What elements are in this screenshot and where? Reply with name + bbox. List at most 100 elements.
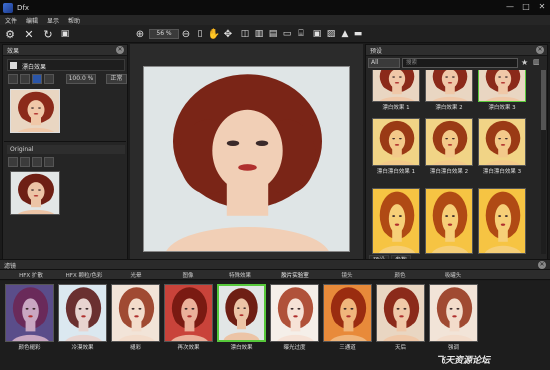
category-tab[interactable]: HFX 颗粒/色彩 xyxy=(58,271,110,279)
filter-thumb-label: 再次效果 xyxy=(177,345,200,351)
cancel-x-icon[interactable]: ✕ xyxy=(22,27,36,41)
preset-scrollbar[interactable] xyxy=(541,70,546,254)
portrait-lips xyxy=(447,81,453,84)
minimize-button[interactable]: — xyxy=(502,0,518,12)
preset-item-selected[interactable] xyxy=(478,70,526,102)
effect-enable-checkbox[interactable] xyxy=(10,62,17,69)
category-tab[interactable]: HFX 扩散 xyxy=(6,271,56,279)
zoom-out-icon[interactable]: ⊖ xyxy=(179,27,193,41)
filter-thumb[interactable] xyxy=(58,284,107,342)
filter-thumb[interactable] xyxy=(429,284,478,342)
frame-icon[interactable]: ▣ xyxy=(310,27,324,41)
filter-thumb-label: 三通道 xyxy=(339,345,356,351)
original-brush-icon[interactable] xyxy=(32,157,42,167)
hand-icon[interactable]: ✋ xyxy=(207,27,221,41)
category-tab[interactable]: 吸罐头 xyxy=(428,271,478,279)
original-layer-icon[interactable] xyxy=(8,157,18,167)
original-mask-icon[interactable] xyxy=(20,157,30,167)
opacity-field[interactable]: 100.0 % xyxy=(66,74,96,84)
category-tab[interactable]: 颜色 xyxy=(375,271,425,279)
single-view-icon[interactable]: ▭ xyxy=(280,27,294,41)
filter-thumb[interactable] xyxy=(111,284,160,342)
preset-item[interactable] xyxy=(478,118,526,166)
portrait-lips xyxy=(394,81,400,84)
category-tab[interactable]: 镜头 xyxy=(322,271,372,279)
brush-icon[interactable] xyxy=(32,74,42,84)
menu-help[interactable]: 帮助 xyxy=(68,16,80,25)
preset-item[interactable] xyxy=(372,118,420,166)
presets-panel-close-icon[interactable]: ✕ xyxy=(536,46,544,54)
portrait-lips xyxy=(28,315,33,318)
menu-edit[interactable]: 编辑 xyxy=(26,16,38,25)
toolbar: ⚙ ✕ ↻ ▣ ⊕ 56 % ⊖ ▯ ✋ ✥ ◫ ▥ ▤ ▭ ⌸ ▣ ▨ ▲ ▬ xyxy=(0,25,550,43)
camera-icon[interactable]: ⌸ xyxy=(294,27,308,41)
preset-item[interactable] xyxy=(372,188,420,254)
image-icon[interactable]: ▨ xyxy=(324,27,338,41)
filter-thumb[interactable] xyxy=(323,284,372,342)
preset-item[interactable] xyxy=(425,188,473,254)
category-tab-active[interactable]: 胶片实验室 xyxy=(269,271,321,279)
portrait-lips xyxy=(33,112,39,115)
filter-thumb[interactable] xyxy=(376,284,425,342)
effect-thumbnail[interactable] xyxy=(10,89,60,133)
portrait-face xyxy=(287,298,304,324)
portrait-eye xyxy=(38,107,41,109)
canvas-area[interactable] xyxy=(130,44,363,269)
zoom-in-icon[interactable]: ⊕ xyxy=(133,27,147,41)
refresh-icon[interactable]: ↻ xyxy=(41,27,55,41)
portrait-eye xyxy=(398,137,402,140)
portrait-eye xyxy=(504,76,508,78)
portrait-lips xyxy=(394,223,400,226)
filter-thumb-label: 褪彩 xyxy=(129,345,141,351)
category-tab[interactable]: 图像 xyxy=(163,271,213,279)
preset-item[interactable] xyxy=(478,188,526,254)
histogram-icon[interactable]: ▲ xyxy=(338,27,352,41)
filter-thumb-label: 冷漠效果 xyxy=(71,345,94,351)
effects-panel-close-icon[interactable]: ✕ xyxy=(116,46,124,54)
mask-icon[interactable] xyxy=(20,74,30,84)
portrait-eye xyxy=(138,307,142,310)
close-button[interactable]: ✕ xyxy=(534,0,550,12)
fit-icon[interactable]: ▯ xyxy=(193,27,207,41)
blend-mode-select[interactable]: 正常 xyxy=(106,74,127,84)
main-preview-image[interactable] xyxy=(143,66,350,252)
category-tab[interactable]: 光晕 xyxy=(111,271,161,279)
original-thumbnail[interactable] xyxy=(10,171,60,215)
title-bar: Dfx — □ ✕ xyxy=(0,0,550,15)
portrait-eye xyxy=(392,215,396,218)
trash-icon[interactable]: ▥ xyxy=(533,58,540,66)
compare-icon[interactable]: ▣ xyxy=(58,27,72,41)
filter-thumb[interactable] xyxy=(270,284,319,342)
preset-item[interactable] xyxy=(425,118,473,166)
filters-panel-close-icon[interactable]: ✕ xyxy=(538,261,546,269)
side-by-side-icon[interactable]: ▥ xyxy=(252,27,266,41)
settings-gear-icon[interactable]: ⚙ xyxy=(3,27,17,41)
maximize-button[interactable]: □ xyxy=(518,0,534,12)
app-logo-icon xyxy=(3,2,13,13)
portrait-lips xyxy=(239,314,244,317)
preset-item[interactable] xyxy=(372,70,420,102)
filter-thumb[interactable] xyxy=(5,284,54,342)
portrait-eye xyxy=(85,307,89,310)
zoom-field[interactable]: 56 % xyxy=(149,29,179,39)
portrait-eye xyxy=(498,137,502,140)
menu-view[interactable]: 显示 xyxy=(47,16,59,25)
full-screen-icon[interactable]: ▬ xyxy=(351,27,365,41)
filter-thumb[interactable] xyxy=(164,284,213,342)
split-view-icon[interactable]: ◫ xyxy=(238,27,252,41)
preset-search-input[interactable]: 搜索 xyxy=(402,58,518,68)
preset-filter-select[interactable]: All xyxy=(368,58,400,68)
original-gradient-icon[interactable] xyxy=(44,157,54,167)
split-horizontal-icon[interactable]: ▤ xyxy=(266,27,280,41)
portrait-eye xyxy=(243,307,246,309)
gradient-icon[interactable] xyxy=(44,74,54,84)
preset-item[interactable] xyxy=(425,70,473,102)
star-icon[interactable]: ★ xyxy=(521,58,528,67)
portrait-face xyxy=(494,70,512,89)
filter-thumb-selected[interactable] xyxy=(217,284,266,342)
menu-file[interactable]: 文件 xyxy=(5,16,17,25)
portrait-face xyxy=(128,298,145,324)
category-tab[interactable]: 特殊效果 xyxy=(215,271,265,279)
layer-icon[interactable] xyxy=(8,74,18,84)
move-icon[interactable]: ✥ xyxy=(221,27,235,41)
